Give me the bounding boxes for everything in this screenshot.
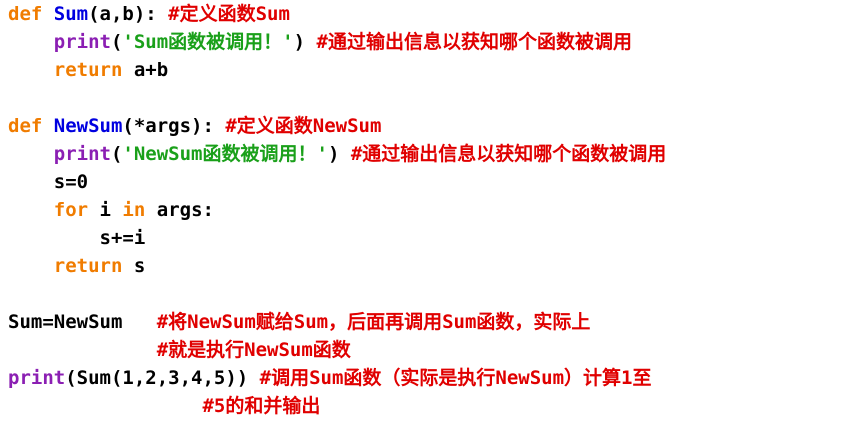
code-text-token: a+b xyxy=(122,59,169,81)
code-text-token: ( xyxy=(110,143,123,165)
comment-token: #定义函数Sum xyxy=(168,3,290,25)
function-name-token: Sum xyxy=(53,3,89,25)
code-line: def NewSum(*args): #定义函数NewSum xyxy=(8,112,860,140)
code-text-token: (a,b): xyxy=(88,3,169,25)
code-text-token: s+=i xyxy=(8,227,146,249)
code-text-token: ( xyxy=(110,31,123,53)
builtin-token: print xyxy=(53,31,111,53)
code-text-token: Sum=NewSum xyxy=(8,311,157,333)
comment-token: #定义函数NewSum xyxy=(225,115,382,137)
function-name-token: NewSum xyxy=(53,115,123,137)
keyword-token: for xyxy=(53,199,89,221)
code-text-token: s=0 xyxy=(8,171,89,193)
code-line: return a+b xyxy=(8,56,860,84)
string-token: 'NewSum函数被调用！' xyxy=(122,143,328,165)
builtin-token: print xyxy=(53,143,111,165)
code-line: for i in args: xyxy=(8,196,860,224)
builtin-token: print xyxy=(8,367,66,389)
comment-token: #就是执行NewSum函数 xyxy=(156,339,351,361)
code-line: #就是执行NewSum函数 xyxy=(8,336,860,364)
code-text-token: s xyxy=(122,255,146,277)
keyword-token: return xyxy=(53,59,123,81)
code-line: Sum=NewSum #将NewSum赋给Sum，后面再调用Sum函数，实际上 xyxy=(8,308,860,336)
code-line: #5的和并输出 xyxy=(8,392,860,420)
keyword-token: def xyxy=(8,3,54,25)
code-text-token: ) xyxy=(293,31,317,53)
keyword-token: def xyxy=(8,115,54,137)
code-line: s+=i xyxy=(8,224,860,252)
comment-token: #调用Sum函数（实际是执行NewSum）计算1至 xyxy=(259,367,652,389)
comment-token: #5的和并输出 xyxy=(202,395,321,417)
code-line: return s xyxy=(8,252,860,280)
code-line: def Sum(a,b): #定义函数Sum xyxy=(8,0,860,28)
keyword-token: in xyxy=(122,199,146,221)
code-text-token: (*args): xyxy=(122,115,226,137)
keyword-token: return xyxy=(53,255,123,277)
code-text-token: (Sum(1,2,3,4,5)) xyxy=(65,367,260,389)
comment-token: #通过输出信息以获知哪个函数被调用 xyxy=(316,31,632,53)
code-text-token: args: xyxy=(145,199,214,221)
code-line: print('NewSum函数被调用！') #通过输出信息以获知哪个函数被调用 xyxy=(8,140,860,168)
comment-token: #通过输出信息以获知哪个函数被调用 xyxy=(350,143,667,165)
code-line: s=0 xyxy=(8,168,860,196)
code-text-token: i xyxy=(88,199,123,221)
code-line: print(Sum(1,2,3,4,5)) #调用Sum函数（实际是执行NewS… xyxy=(8,364,860,392)
string-token: 'Sum函数被调用！' xyxy=(122,31,294,53)
code-line: print('Sum函数被调用！') #通过输出信息以获知哪个函数被调用 xyxy=(8,28,860,56)
code-block: def Sum(a,b): #定义函数Sum print('Sum函数被调用！'… xyxy=(8,0,860,420)
comment-token: #将NewSum赋给Sum，后面再调用Sum函数，实际上 xyxy=(156,311,591,333)
code-text-token: ) xyxy=(327,143,351,165)
